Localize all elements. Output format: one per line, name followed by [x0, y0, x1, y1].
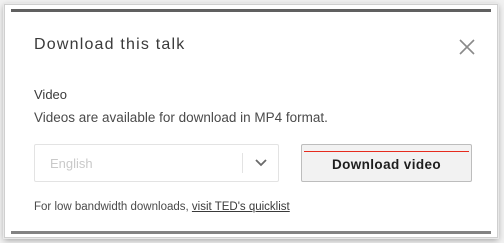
close-icon	[459, 39, 475, 55]
quicklist-link[interactable]: visit TED's quicklist	[192, 201, 290, 213]
language-select[interactable]: English	[34, 144, 279, 182]
download-video-button[interactable]: Download video	[301, 144, 472, 182]
download-modal: Download this talk Video Videos are avai…	[4, 4, 498, 238]
language-select-value: English	[50, 156, 93, 171]
low-bandwidth-text: For low bandwidth downloads,	[34, 201, 192, 213]
video-format-description: Videos are available for download in MP4…	[34, 110, 328, 125]
low-bandwidth-note: For low bandwidth downloads, visit TED's…	[34, 201, 290, 213]
download-video-label: Download video	[331, 157, 442, 172]
select-divider	[242, 153, 243, 173]
modal-title: Download this talk	[34, 36, 186, 53]
video-section-label: Video	[34, 87, 68, 102]
chevron-down-icon	[255, 159, 267, 167]
close-button[interactable]	[457, 37, 477, 57]
